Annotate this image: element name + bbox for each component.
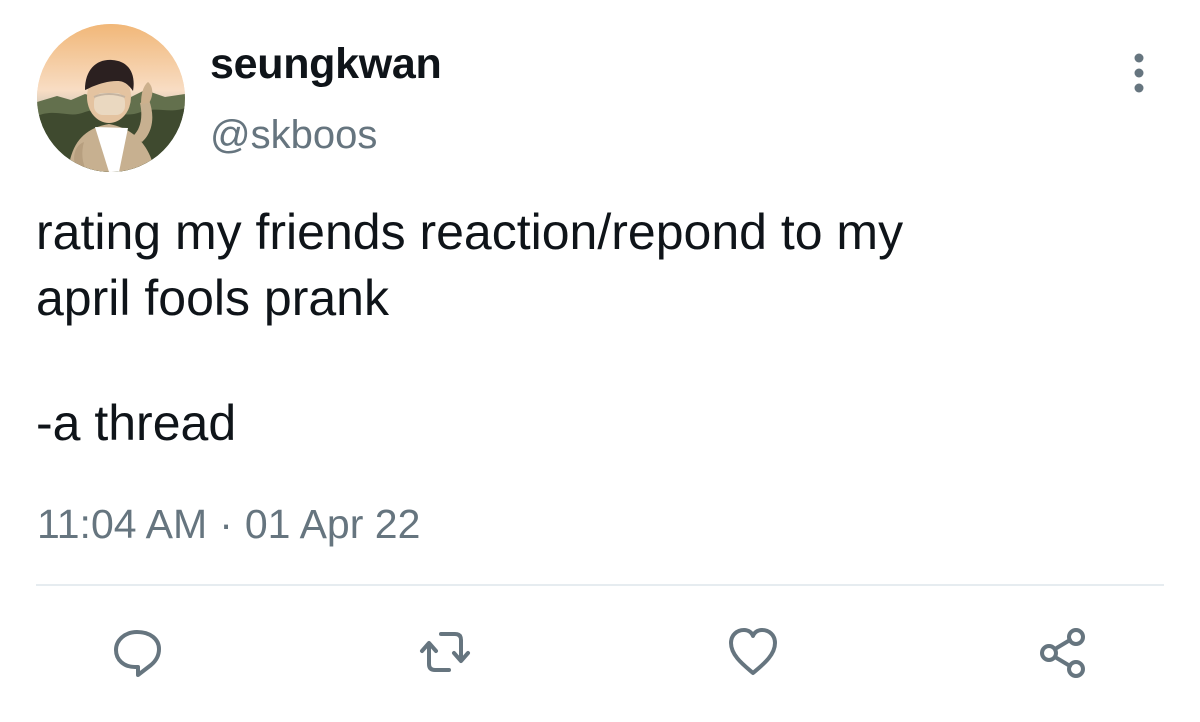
more-options-button[interactable] <box>1122 52 1156 94</box>
reply-button[interactable] <box>101 616 173 688</box>
tweet-card: seungkwan @skboos rating my friends reac… <box>0 0 1200 722</box>
display-name[interactable]: seungkwan <box>210 40 442 89</box>
tweet-date: 01 Apr 22 <box>244 501 421 547</box>
like-button[interactable] <box>717 616 789 688</box>
tweet-text: rating my friends reaction/repond to my … <box>36 204 904 326</box>
more-options-icon <box>1134 53 1144 93</box>
share-button[interactable] <box>1026 616 1098 688</box>
user-handle[interactable]: @skboos <box>210 113 377 158</box>
timestamp-separator: · <box>219 501 233 547</box>
share-icon <box>1040 628 1085 678</box>
retweet-icon <box>420 632 470 672</box>
tweet-timestamp: 11:04 AM · 01 Apr 22 <box>37 501 420 548</box>
avatar[interactable] <box>37 24 185 172</box>
tweet-thread-text: -a thread <box>36 395 237 451</box>
retweet-button[interactable] <box>409 616 481 688</box>
profile-photo-icon <box>37 24 185 172</box>
tweet-time: 11:04 AM <box>37 501 208 547</box>
reply-icon <box>114 630 161 677</box>
heart-icon <box>729 628 777 675</box>
tweet-actions <box>0 616 1200 696</box>
divider <box>36 584 1164 586</box>
